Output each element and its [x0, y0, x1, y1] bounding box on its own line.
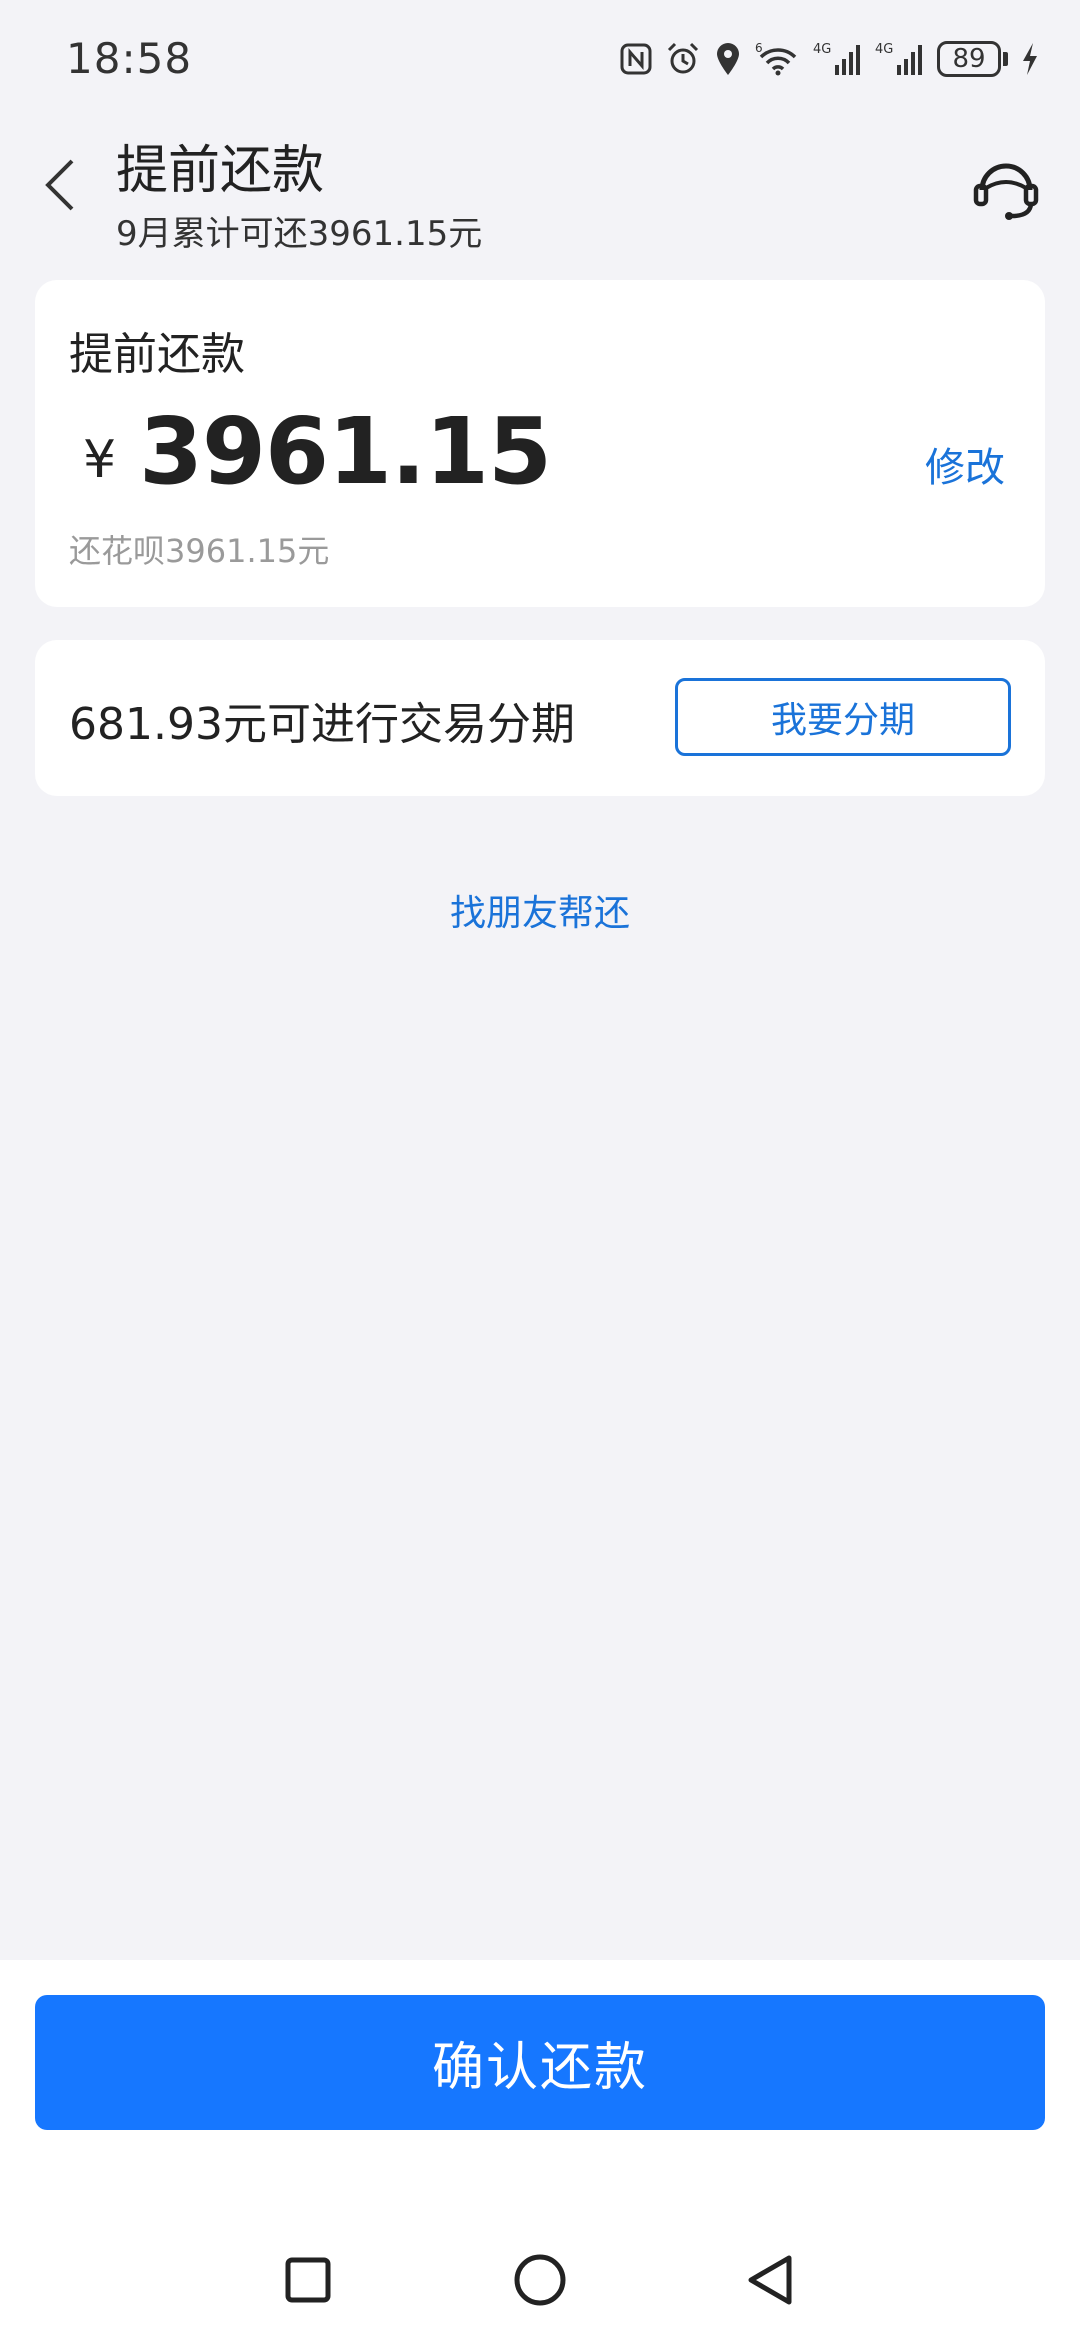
svg-text:4G: 4G [875, 42, 893, 57]
signal-4g-icon: 4G [813, 42, 860, 75]
amount-note: 还花呗3961.15元 [69, 532, 330, 570]
home-circle-icon [514, 2254, 566, 2306]
location-icon [717, 43, 739, 75]
battery-level: 89 [937, 41, 1001, 77]
page-title: 提前还款 [116, 141, 325, 201]
card-label: 提前还款 [69, 329, 245, 380]
system-back-button[interactable] [730, 2240, 810, 2320]
repayment-amount-card: 提前还款 ¥ 3961.15 修改 还花呗3961.15元 [35, 280, 1045, 607]
back-triangle-icon [748, 2255, 792, 2305]
alarm-icon [667, 42, 699, 74]
friend-help-link[interactable]: 找朋友帮还 [0, 884, 1080, 936]
system-nav-bar [0, 2240, 1080, 2320]
back-button[interactable] [30, 150, 90, 220]
battery-icon: 89 [937, 41, 1008, 77]
status-icons: 6 4G 4G 89 [619, 34, 1040, 84]
back-arrow-icon [45, 159, 74, 211]
currency-symbol: ¥ [83, 430, 117, 490]
recents-button[interactable] [268, 2240, 348, 2320]
confirm-repayment-button[interactable]: 确认还款 [35, 1995, 1045, 2130]
repayment-amount: 3961.15 [139, 398, 552, 505]
page-subtitle: 9月累计可还3961.15元 [116, 214, 483, 254]
installment-text: 681.93元可进行交易分期 [69, 699, 575, 750]
recents-square-icon [285, 2257, 331, 2303]
svg-text:4G: 4G [813, 42, 831, 57]
charging-icon [1023, 43, 1037, 75]
customer-service-icon [973, 163, 1039, 220]
wifi-icon: 6 [755, 41, 797, 76]
installment-button[interactable]: 我要分期 [675, 678, 1011, 756]
svg-text:6: 6 [755, 41, 763, 55]
signal-4g-icon: 4G [875, 42, 922, 75]
home-button[interactable] [500, 2240, 580, 2320]
status-time: 18:58 [66, 34, 193, 83]
nfc-icon [620, 43, 652, 75]
edit-amount-link[interactable]: 修改 [925, 435, 1005, 493]
customer-service-button[interactable] [966, 150, 1046, 230]
installment-card: 681.93元可进行交易分期 我要分期 [35, 640, 1045, 796]
